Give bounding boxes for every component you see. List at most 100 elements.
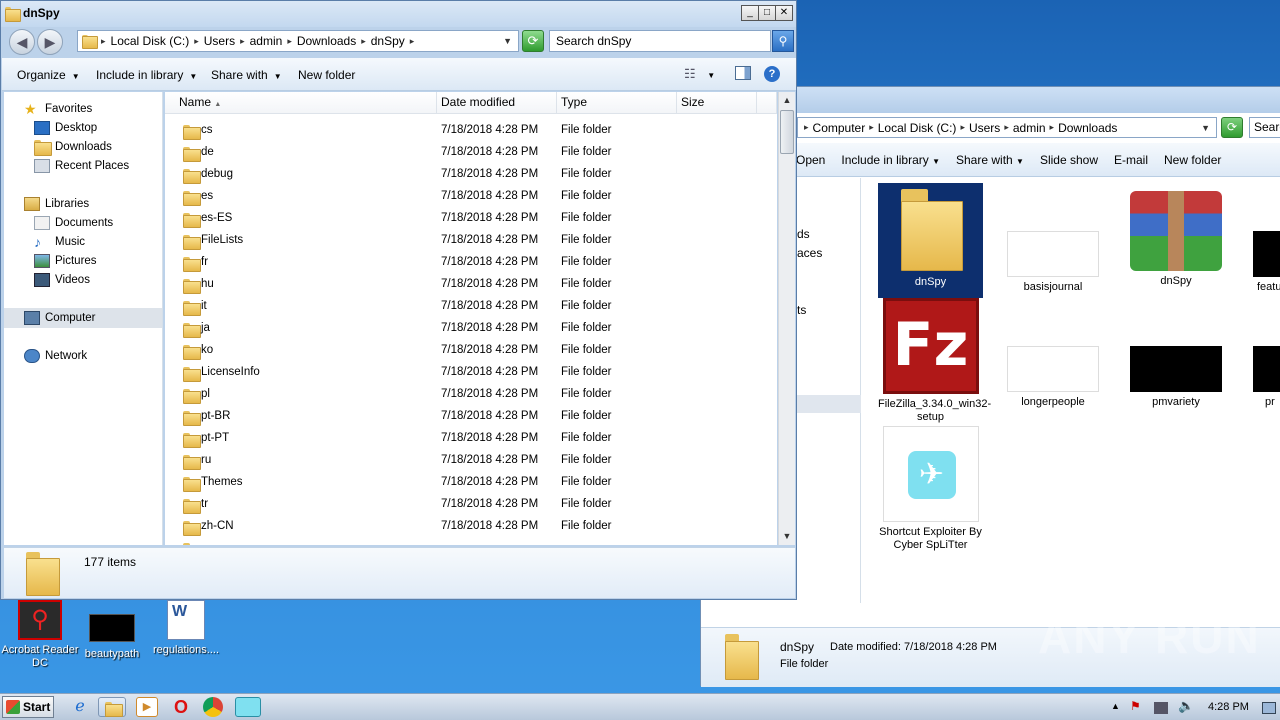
tile-pr[interactable]: pr xyxy=(1245,298,1280,409)
forward-button[interactable]: ▶ xyxy=(37,29,63,55)
tile-longerpeople[interactable]: longerpeople xyxy=(998,298,1108,409)
file-row[interactable]: es-ES 7/18/2018 4:28 PM File folder xyxy=(165,208,777,230)
slide-show-button[interactable]: Slide show xyxy=(1040,153,1098,167)
search-input[interactable]: Searc xyxy=(1249,117,1280,138)
start-button[interactable]: Start xyxy=(2,696,54,718)
desktop-icon-regulations[interactable]: W regulations.... xyxy=(146,600,226,656)
file-row[interactable]: zh-CN 7/18/2018 4:28 PM File folder xyxy=(165,516,777,538)
include-in-library-button[interactable]: Include in library ▼ xyxy=(96,68,197,82)
refresh-button[interactable]: ⟳ xyxy=(1221,117,1243,138)
address-bar[interactable]: ▸ Local Disk (C:) ▸ Users ▸ admin ▸ Down… xyxy=(77,30,519,52)
help-icon[interactable]: ? xyxy=(764,66,780,82)
refresh-button[interactable]: ⟳ xyxy=(522,30,544,52)
close-button[interactable]: ✕ xyxy=(775,5,793,21)
media-player-icon[interactable]: ▶ xyxy=(136,697,158,717)
file-row[interactable]: LicenseInfo 7/18/2018 4:28 PM File folder xyxy=(165,362,777,384)
minimize-button[interactable]: _ xyxy=(741,5,759,21)
breadcrumb-dnspy[interactable]: dnSpy xyxy=(371,34,405,48)
tile-dnspy-folder[interactable]: dnSpy xyxy=(878,183,983,298)
chrome-icon[interactable] xyxy=(203,697,223,717)
chevron-down-icon[interactable]: ▼ xyxy=(1201,123,1210,133)
column-header-type[interactable]: Type xyxy=(557,92,677,114)
column-header-size[interactable]: Size xyxy=(677,92,757,114)
maximize-button[interactable]: □ xyxy=(758,5,776,21)
file-row[interactable]: tr 7/18/2018 4:28 PM File folder xyxy=(165,494,777,516)
file-row[interactable]: pl 7/18/2018 4:28 PM File folder xyxy=(165,384,777,406)
show-hidden-icons-button[interactable]: ▲ xyxy=(1111,701,1120,711)
organize-button[interactable]: Organize ▼ xyxy=(17,68,80,82)
nav-desktop[interactable]: Desktop xyxy=(34,121,97,135)
file-row[interactable]: pt-BR 7/18/2018 4:28 PM File folder xyxy=(165,406,777,428)
search-input[interactable]: Search dnSpy xyxy=(549,30,771,52)
view-options-icon[interactable]: ☷ ▼ xyxy=(684,66,715,82)
file-row[interactable]: de 7/18/2018 4:28 PM File folder xyxy=(165,142,777,164)
scroll-down-icon[interactable]: ▼ xyxy=(779,528,795,544)
tile-shortcut-exploiter[interactable]: ✈ Shortcut Exploiter By Cyber SpLiTter xyxy=(878,426,983,552)
tile-pmvariety[interactable]: pmvariety xyxy=(1121,298,1231,409)
new-folder-button[interactable]: New folder xyxy=(1164,153,1221,167)
email-button[interactable]: E-mail xyxy=(1114,153,1148,167)
file-row[interactable]: ru 7/18/2018 4:28 PM File folder xyxy=(165,450,777,472)
clock[interactable]: 4:28 PM xyxy=(1208,701,1249,713)
tile-filezilla[interactable]: Fz FileZilla_3.34.0_win32-setup xyxy=(878,298,991,424)
breadcrumb-local-disk[interactable]: Local Disk (C:) xyxy=(111,34,190,48)
breadcrumb-admin[interactable]: admin xyxy=(250,34,283,48)
shortcut-exploiter-taskbar-icon[interactable] xyxy=(235,697,261,717)
scrollbar-thumb[interactable] xyxy=(780,110,794,154)
opera-icon[interactable]: O xyxy=(170,697,192,717)
explorer-taskbar-button[interactable] xyxy=(98,697,126,717)
nav-documents[interactable]: Documents xyxy=(34,216,113,230)
file-row[interactable]: it 7/18/2018 4:28 PM File folder xyxy=(165,296,777,318)
nav-recent-places[interactable]: Recent Places xyxy=(34,159,129,173)
vertical-scrollbar[interactable]: ▲ ▼ xyxy=(778,92,795,545)
nav-network[interactable]: Network xyxy=(24,349,87,363)
breadcrumb-users[interactable]: Users xyxy=(969,121,1000,135)
dnspy-explorer-window[interactable]: dnSpy _ □ ✕ ◀ ▶ ▸ Local Disk (C:) ▸ User… xyxy=(0,0,797,600)
show-desktop-button[interactable] xyxy=(1262,702,1276,714)
tile-basisjournal[interactable]: basisjournal xyxy=(998,183,1108,294)
preview-pane-icon[interactable] xyxy=(735,66,751,80)
breadcrumb-local-disk[interactable]: Local Disk (C:) xyxy=(878,121,957,135)
file-row[interactable]: fr 7/18/2018 4:28 PM File folder xyxy=(165,252,777,274)
chevron-down-icon[interactable]: ▼ xyxy=(503,36,512,46)
breadcrumb-downloads[interactable]: Downloads xyxy=(1058,121,1117,135)
nav-music[interactable]: ♪ Music xyxy=(34,235,85,249)
file-row[interactable]: ko 7/18/2018 4:28 PM File folder xyxy=(165,340,777,362)
file-row[interactable]: debug 7/18/2018 4:28 PM File folder xyxy=(165,164,777,186)
open-button[interactable]: Open xyxy=(796,153,825,167)
search-icon[interactable]: ⚲ xyxy=(772,30,794,52)
file-row[interactable]: pt-PT 7/18/2018 4:28 PM File folder xyxy=(165,428,777,450)
column-header-name[interactable]: Name ▲ xyxy=(165,92,437,114)
column-header-date[interactable]: Date modified xyxy=(437,92,557,114)
breadcrumb-users[interactable]: Users xyxy=(204,34,235,48)
desktop-icon-acrobat[interactable]: ⚲ Acrobat Reader DC xyxy=(0,600,80,670)
share-with-button[interactable]: Share with ▼ xyxy=(211,68,282,82)
action-center-icon[interactable]: ⚑ xyxy=(1130,699,1141,713)
ie-icon[interactable]: ℯ xyxy=(69,697,91,717)
breadcrumb-downloads[interactable]: Downloads xyxy=(297,34,356,48)
tile-dnspy-archive[interactable]: dnSpy xyxy=(1121,183,1231,288)
scroll-up-icon[interactable]: ▲ xyxy=(779,92,795,108)
file-row[interactable]: es 7/18/2018 4:28 PM File folder xyxy=(165,186,777,208)
nav-favorites[interactable]: ★ Favorites xyxy=(24,102,92,116)
nav-downloads[interactable]: Downloads xyxy=(34,140,112,156)
back-button[interactable]: ◀ xyxy=(9,29,35,55)
file-row[interactable]: FileLists 7/18/2018 4:28 PM File folder xyxy=(165,230,777,252)
downloads-address-bar[interactable]: ▸ Computer ▸ Local Disk (C:) ▸ Users ▸ a… xyxy=(797,117,1217,138)
file-row[interactable]: hu 7/18/2018 4:28 PM File folder xyxy=(165,274,777,296)
nav-computer[interactable]: Computer xyxy=(24,311,96,325)
share-with-button[interactable]: Share with ▼ xyxy=(956,153,1024,167)
file-row[interactable]: Themes 7/18/2018 4:28 PM File folder xyxy=(165,472,777,494)
file-row[interactable]: cs 7/18/2018 4:28 PM File folder xyxy=(165,120,777,142)
nav-libraries[interactable]: Libraries xyxy=(24,197,89,211)
desktop-icon-beautypath[interactable]: beautypath xyxy=(72,600,152,660)
file-row[interactable]: ja 7/18/2018 4:28 PM File folder xyxy=(165,318,777,340)
network-status-icon[interactable] xyxy=(1154,702,1168,714)
volume-icon[interactable]: 🔈 xyxy=(1178,698,1194,714)
nav-videos[interactable]: Videos xyxy=(34,273,90,287)
breadcrumb-computer[interactable]: Computer xyxy=(813,121,866,135)
new-folder-button[interactable]: New folder xyxy=(298,68,355,82)
titlebar[interactable]: dnSpy _ □ ✕ xyxy=(1,1,796,27)
nav-pictures[interactable]: Pictures xyxy=(34,254,97,268)
tile-featu[interactable]: featu xyxy=(1245,183,1280,294)
